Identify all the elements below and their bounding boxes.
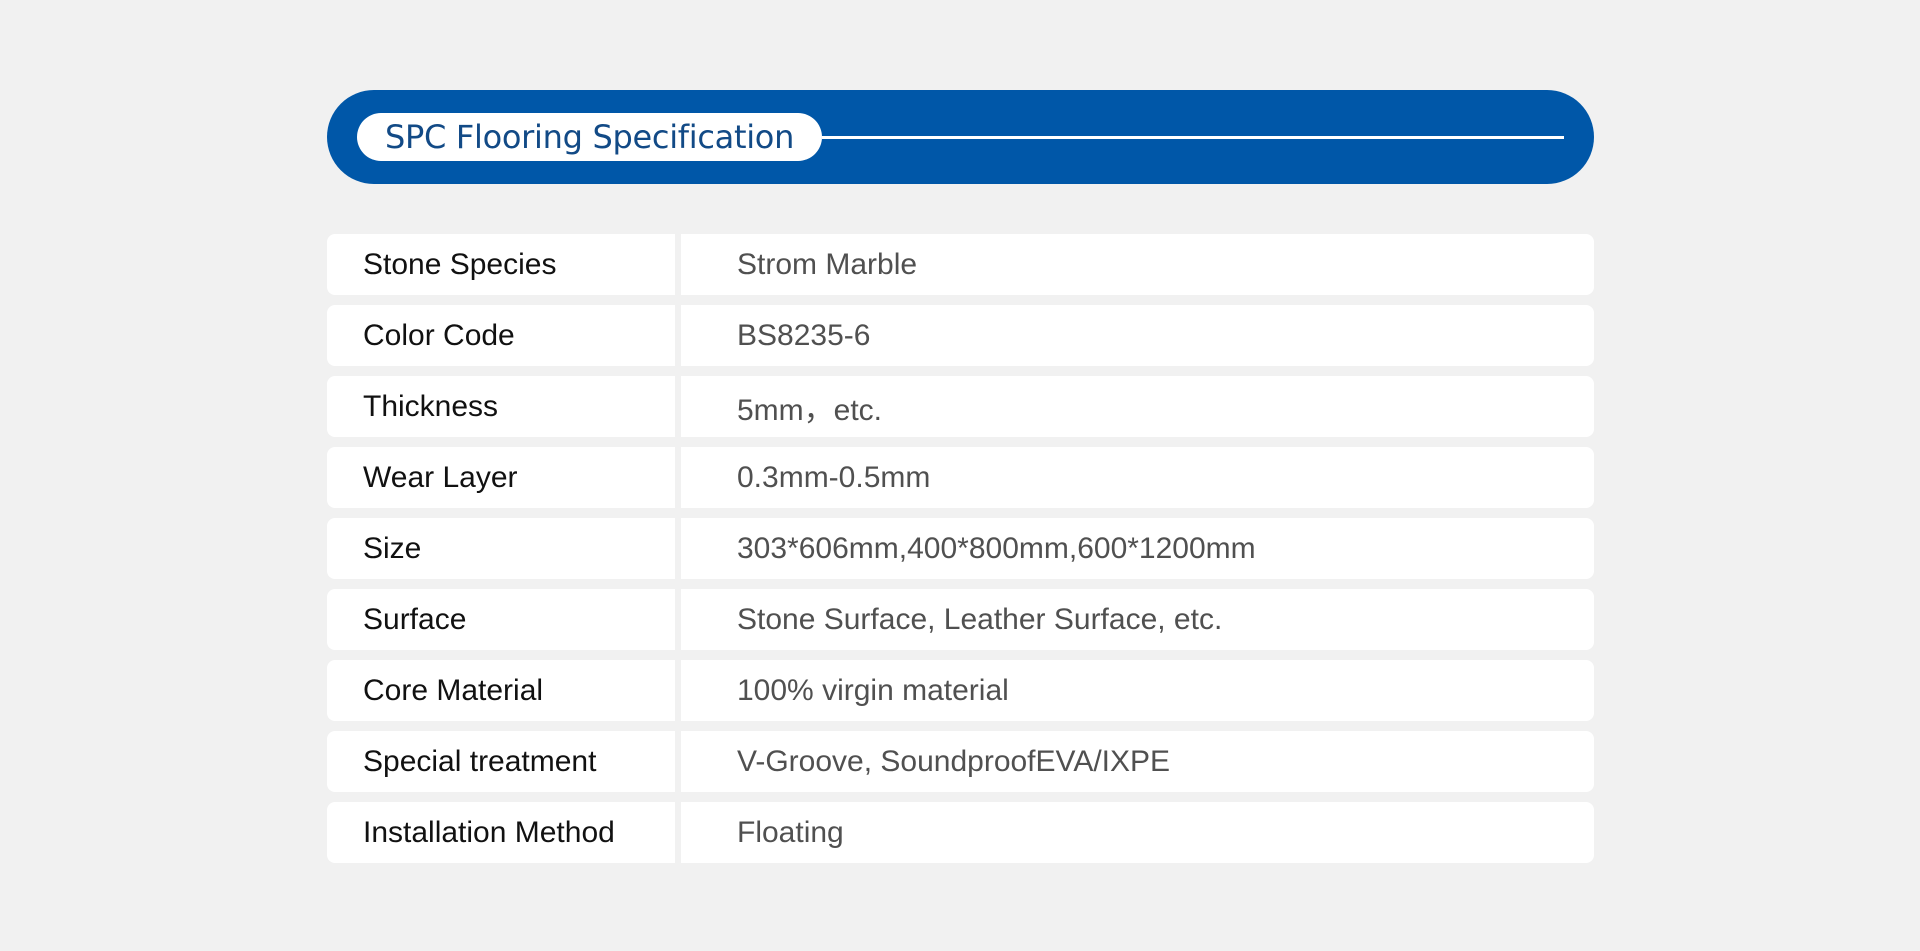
- value-cell: 5mm，etc.: [681, 376, 1594, 437]
- page-title: SPC Flooring Specification: [385, 118, 795, 156]
- table-row: Thickness 5mm，etc.: [327, 376, 1594, 437]
- spec-label-stone-species: Stone Species: [363, 247, 557, 281]
- label-cell: Installation Method: [327, 802, 675, 863]
- value-cell: BS8235-6: [681, 305, 1594, 366]
- spec-label-installation-method: Installation Method: [363, 815, 615, 849]
- spec-value-stone-species: Strom Marble: [737, 247, 918, 281]
- title-pill: SPC Flooring Specification: [357, 113, 823, 161]
- spec-table: Stone Species Strom Marble Color Code BS…: [327, 234, 1594, 863]
- table-row: Stone Species Strom Marble: [327, 234, 1594, 295]
- label-cell: Special treatment: [327, 731, 675, 792]
- value-cell: Stone Surface, Leather Surface, etc.: [681, 589, 1594, 650]
- table-row: Wear Layer 0.3mm-0.5mm: [327, 447, 1594, 508]
- table-row: Core Material 100% virgin material: [327, 660, 1594, 721]
- label-cell: Thickness: [327, 376, 675, 437]
- spec-value-color-code: BS8235-6: [737, 318, 871, 352]
- spec-label-thickness: Thickness: [363, 389, 499, 423]
- spec-label-special-treatment: Special treatment: [363, 744, 597, 778]
- spec-value-surface: Stone Surface, Leather Surface, etc.: [737, 602, 1223, 636]
- spec-value-installation-method: Floating: [737, 815, 844, 849]
- spec-label-wear-layer: Wear Layer: [363, 460, 518, 494]
- table-row: Size 303*606mm,400*800mm,600*1200mm: [327, 518, 1594, 579]
- value-cell: 303*606mm,400*800mm,600*1200mm: [681, 518, 1594, 579]
- label-cell: Color Code: [327, 305, 675, 366]
- header-divider-line: [822, 135, 1564, 139]
- table-row: Surface Stone Surface, Leather Surface, …: [327, 589, 1594, 650]
- table-row: Installation Method Floating: [327, 802, 1594, 863]
- table-row: Color Code BS8235-6: [327, 305, 1594, 366]
- label-cell: Surface: [327, 589, 675, 650]
- label-cell: Wear Layer: [327, 447, 675, 508]
- spec-label-size: Size: [363, 531, 422, 565]
- spec-label-color-code: Color Code: [363, 318, 515, 352]
- spec-value-core-material: 100% virgin material: [737, 673, 1009, 707]
- value-cell: 0.3mm-0.5mm: [681, 447, 1594, 508]
- spec-sheet: SPC Flooring Specification Stone Species…: [327, 90, 1594, 873]
- value-cell: Floating: [681, 802, 1594, 863]
- value-cell: V-Groove, SoundproofEVA/IXPE: [681, 731, 1594, 792]
- spec-value-size: 303*606mm,400*800mm,600*1200mm: [737, 531, 1256, 565]
- label-cell: Size: [327, 518, 675, 579]
- table-row: Special treatment V-Groove, SoundproofEV…: [327, 731, 1594, 792]
- spec-value-wear-layer: 0.3mm-0.5mm: [737, 460, 931, 494]
- header-banner: SPC Flooring Specification: [327, 90, 1594, 184]
- spec-label-core-material: Core Material: [363, 673, 544, 707]
- spec-value-special-treatment: V-Groove, SoundproofEVA/IXPE: [737, 744, 1171, 778]
- spec-label-surface: Surface: [363, 602, 467, 636]
- value-cell: 100% virgin material: [681, 660, 1594, 721]
- label-cell: Core Material: [327, 660, 675, 721]
- value-cell: Strom Marble: [681, 234, 1594, 295]
- label-cell: Stone Species: [327, 234, 675, 295]
- spec-value-thickness: 5mm，etc.: [737, 393, 883, 427]
